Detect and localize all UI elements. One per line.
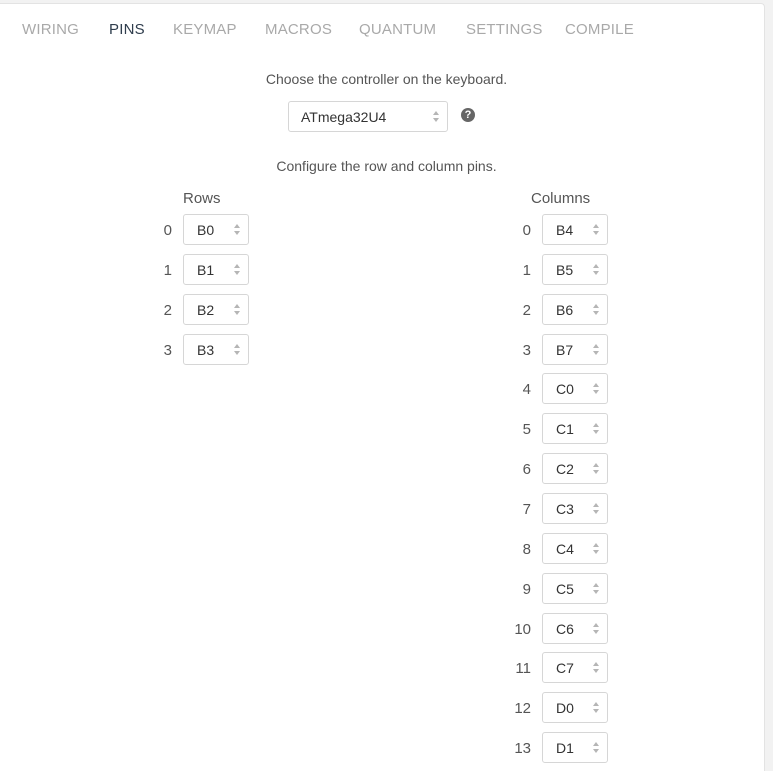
controller-prompt: Choose the controller on the keyboard. (265, 71, 508, 87)
column-pin-index: 2 (522, 302, 531, 319)
select-arrows-icon (593, 582, 599, 596)
select-arrows-icon (593, 462, 599, 476)
column-pin-value: B5 (556, 262, 574, 278)
column-pin-select[interactable]: C1 (542, 413, 608, 444)
column-pin-index: 12 (514, 700, 531, 717)
column-pin-value: C3 (556, 501, 574, 517)
row-pin-select[interactable]: B1 (183, 254, 249, 285)
columns-heading: Columns (531, 190, 591, 207)
column-pin-index: 1 (522, 262, 531, 279)
tab-wiring[interactable]: WIRING (22, 21, 79, 38)
column-pin-select[interactable]: D1 (542, 732, 608, 763)
column-pin-value: C1 (556, 421, 574, 437)
column-pin-select[interactable]: C7 (542, 652, 608, 683)
column-pin-index: 6 (522, 461, 531, 478)
column-pin-index: 3 (522, 342, 531, 359)
row-pin-index: 1 (163, 262, 172, 279)
column-pin-select[interactable]: C5 (542, 573, 608, 604)
select-arrows-icon (593, 223, 599, 237)
row-pin-value: B2 (197, 302, 215, 318)
select-arrows-icon (593, 502, 599, 516)
column-pin-select[interactable]: C2 (542, 453, 608, 484)
tab-settings[interactable]: SETTINGS (466, 21, 543, 38)
column-pin-value: B4 (556, 222, 574, 238)
column-pin-value: C4 (556, 541, 574, 557)
column-pin-value: D1 (556, 740, 574, 756)
row-pin-select[interactable]: B2 (183, 294, 249, 325)
select-arrows-icon (593, 741, 599, 755)
select-arrows-icon (593, 263, 599, 277)
row-pin-select[interactable]: B3 (183, 334, 249, 365)
column-pin-index: 8 (522, 541, 531, 558)
tab-bar: WIRING PINS KEYMAP MACROS QUANTUM SETTIN… (0, 4, 764, 56)
column-pin-select[interactable]: C4 (542, 533, 608, 564)
column-pin-index: 4 (522, 381, 531, 398)
column-pin-value: B7 (556, 342, 574, 358)
select-arrows-icon (593, 661, 599, 675)
select-arrows-icon (433, 110, 439, 124)
column-pin-value: C2 (556, 461, 574, 477)
column-pin-index: 5 (522, 421, 531, 438)
question-circle-icon[interactable]: ? (461, 108, 475, 122)
column-pin-select[interactable]: B6 (542, 294, 608, 325)
tab-pins[interactable]: PINS (109, 21, 145, 38)
column-pin-value: D0 (556, 700, 574, 716)
pins-prompt: Configure the row and column pins. (276, 158, 497, 174)
select-arrows-icon (593, 542, 599, 556)
select-arrows-icon (234, 223, 240, 237)
column-pin-select[interactable]: C6 (542, 613, 608, 644)
column-pin-value: C6 (556, 621, 574, 637)
column-pin-value: C5 (556, 581, 574, 597)
row-pin-select[interactable]: B0 (183, 214, 249, 245)
row-pin-value: B0 (197, 222, 215, 238)
row-pin-value: B1 (197, 262, 215, 278)
row-pin-index: 0 (163, 222, 172, 239)
column-pin-select[interactable]: B4 (542, 214, 608, 245)
select-arrows-icon (234, 263, 240, 277)
row-pin-value: B3 (197, 342, 215, 358)
rows-heading: Rows (183, 190, 221, 207)
row-pin-index: 2 (163, 302, 172, 319)
column-pin-index: 7 (522, 501, 531, 518)
select-arrows-icon (593, 343, 599, 357)
tab-keymap[interactable]: KEYMAP (173, 21, 237, 38)
select-arrows-icon (593, 422, 599, 436)
controller-select[interactable]: ATmega32U4 (288, 101, 448, 132)
controller-select-value: ATmega32U4 (301, 109, 387, 125)
column-pin-index: 10 (514, 621, 531, 638)
column-pin-index: 0 (522, 222, 531, 239)
select-arrows-icon (593, 382, 599, 396)
column-pin-index: 11 (515, 660, 531, 677)
tab-macros[interactable]: MACROS (265, 21, 332, 38)
column-pin-value: B6 (556, 302, 574, 318)
select-arrows-icon (234, 343, 240, 357)
tab-compile[interactable]: COMPILE (565, 21, 634, 38)
column-pin-index: 13 (514, 740, 531, 757)
column-pin-select[interactable]: D0 (542, 692, 608, 723)
tab-quantum[interactable]: QUANTUM (359, 21, 436, 38)
column-pin-select[interactable]: B5 (542, 254, 608, 285)
column-pin-value: C7 (556, 660, 574, 676)
column-pin-select[interactable]: C0 (542, 373, 608, 404)
column-pin-select[interactable]: B7 (542, 334, 608, 365)
row-pin-index: 3 (163, 342, 172, 359)
column-pin-index: 9 (522, 581, 531, 598)
column-pin-select[interactable]: C3 (542, 493, 608, 524)
select-arrows-icon (593, 701, 599, 715)
select-arrows-icon (234, 303, 240, 317)
select-arrows-icon (593, 622, 599, 636)
select-arrows-icon (593, 303, 599, 317)
column-pin-value: C0 (556, 381, 574, 397)
